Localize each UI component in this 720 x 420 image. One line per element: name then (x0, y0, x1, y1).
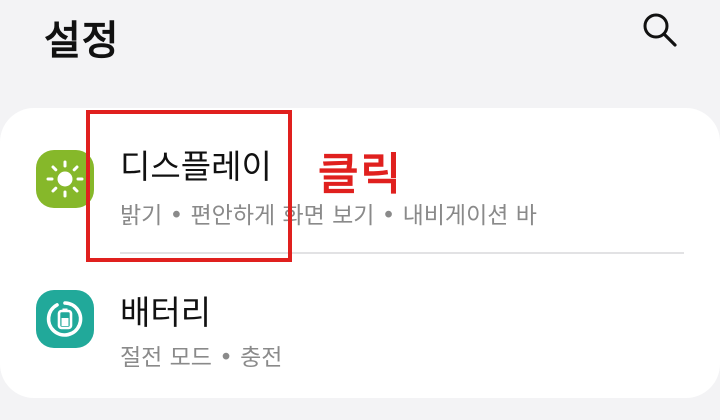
search-button[interactable] (636, 6, 684, 54)
top-app-bar: 설정 (0, 0, 720, 90)
battery-icon (46, 301, 83, 337)
click-annotation: 클릭 (318, 149, 403, 200)
page-title: 설정 (44, 18, 120, 64)
battery-icon-container (36, 290, 94, 348)
settings-item-title: 배터리 (120, 293, 212, 332)
settings-item-battery[interactable]: 배터리 절전 모드 • 충전 (0, 262, 720, 402)
highlight-box (86, 110, 292, 262)
search-icon (643, 13, 677, 47)
settings-item-subtitle: 절전 모드 • 충전 (120, 345, 283, 371)
sun-icon (46, 160, 84, 198)
